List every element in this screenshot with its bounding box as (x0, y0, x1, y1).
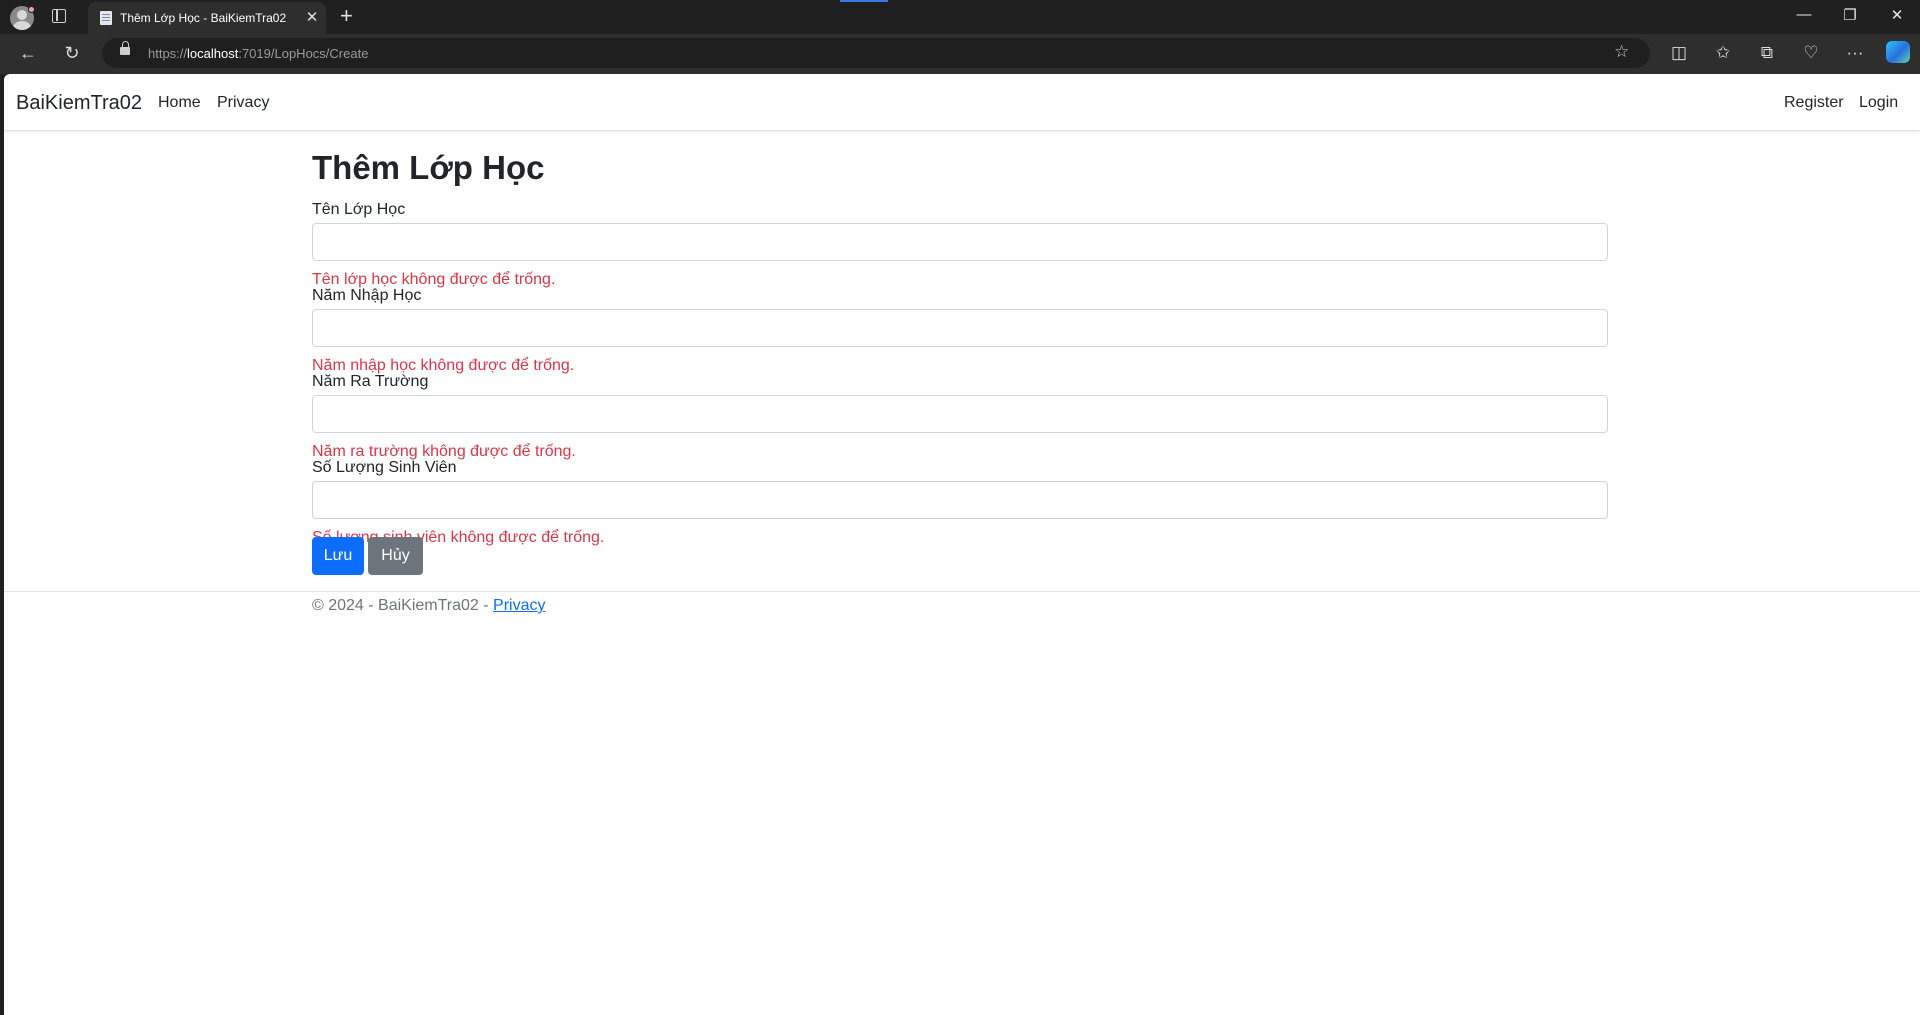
browser-tab-active[interactable]: Thêm Lớp Học - BaiKiemTra02 ✕ (88, 2, 326, 34)
url-host: localhost (187, 46, 239, 61)
favorites-icon[interactable]: ✩ (1711, 43, 1735, 63)
nam-ra-truong-input[interactable] (312, 395, 1608, 433)
nam-nhap-hoc-label: Năm Nhập Học (312, 287, 422, 304)
nav-register-link[interactable]: Register (1784, 94, 1844, 112)
minimize-button[interactable]: — (1789, 6, 1819, 23)
site-footer: © 2024 - BaiKiemTra02 - Privacy (4, 591, 1920, 631)
page-viewport: BaiKiemTra02 Home Privacy Register Login… (4, 74, 1920, 1015)
footer-copyright: © 2024 - BaiKiemTra02 - (312, 597, 494, 614)
profile-notification-dot (28, 6, 35, 13)
site-brand-link[interactable]: BaiKiemTra02 (16, 92, 142, 115)
drag-indicator (840, 0, 888, 2)
split-screen-icon[interactable]: ◫ (1667, 43, 1691, 63)
nav-home-link[interactable]: Home (158, 94, 201, 112)
footer-privacy-link[interactable]: Privacy (493, 597, 545, 614)
save-button[interactable]: Lưu (312, 537, 364, 575)
lock-icon[interactable] (120, 41, 130, 55)
page-title: Thêm Lớp Học (312, 149, 545, 186)
tab-title: Thêm Lớp Học - BaiKiemTra02 (120, 11, 287, 25)
address-bar[interactable]: https://localhost:7019/LopHocs/Create ☆ (102, 38, 1650, 68)
browser-toolbar: ← ↻ https://localhost:7019/LopHocs/Creat… (0, 34, 1920, 74)
nav-login-link[interactable]: Login (1859, 94, 1898, 112)
browser-tab-bar: Thêm Lớp Học - BaiKiemTra02 ✕ + — ❐ ✕ (0, 0, 1920, 34)
ten-lop-hoc-input[interactable] (312, 223, 1608, 261)
tab-actions-icon[interactable] (52, 9, 66, 23)
close-window-button[interactable]: ✕ (1882, 6, 1912, 24)
url-prefix: https:// (148, 46, 188, 61)
nam-ra-truong-label: Năm Ra Trường (312, 373, 429, 390)
page-favicon-icon (100, 11, 112, 25)
more-options-icon[interactable]: ··· (1843, 43, 1867, 63)
restore-button[interactable]: ❐ (1835, 6, 1865, 24)
site-navbar: BaiKiemTra02 Home Privacy Register Login (4, 74, 1920, 131)
ten-lop-hoc-label: Tên Lớp Học (312, 201, 406, 218)
nam-nhap-hoc-input[interactable] (312, 309, 1608, 347)
new-tab-button[interactable]: + (340, 3, 353, 29)
browser-essentials-icon[interactable]: ♡ (1799, 43, 1823, 63)
back-icon[interactable]: ← (16, 43, 40, 64)
cancel-button[interactable]: Hủy (368, 537, 423, 575)
footer-text: © 2024 - BaiKiemTra02 - Privacy (312, 597, 546, 615)
collections-icon[interactable]: ⧉ (1755, 43, 1779, 63)
favorite-star-icon[interactable]: ☆ (1614, 42, 1629, 62)
url-text[interactable]: https://localhost:7019/LopHocs/Create (148, 46, 368, 61)
url-path: :7019/LopHocs/Create (238, 46, 369, 61)
nav-privacy-link[interactable]: Privacy (217, 94, 269, 112)
so-luong-sinh-vien-label: Số Lượng Sinh Viên (312, 459, 457, 476)
tab-close-icon[interactable]: ✕ (304, 8, 320, 26)
refresh-icon[interactable]: ↻ (60, 43, 84, 64)
so-luong-sinh-vien-input[interactable] (312, 481, 1608, 519)
copilot-icon[interactable] (1886, 41, 1910, 63)
